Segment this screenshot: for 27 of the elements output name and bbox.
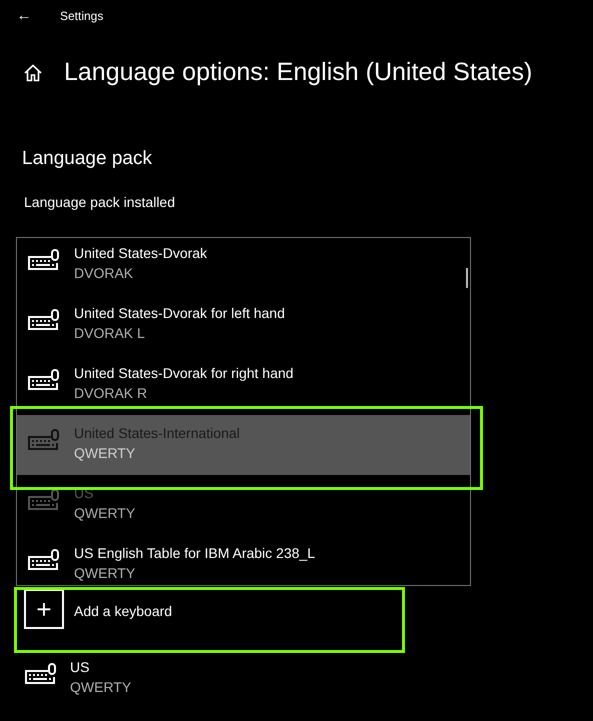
- layout-name: QWERTY: [70, 678, 132, 696]
- section-heading: Language pack: [22, 147, 153, 171]
- keyboard-name: US English Table for IBM Arabic 238_L: [74, 544, 315, 562]
- keyboard-list-item[interactable]: United States-Dvorak for right hand DVORAK R: [17, 354, 470, 414]
- back-button[interactable]: ←: [14, 4, 34, 28]
- keyboard-list-item[interactable]: United States-International QWERTY: [17, 414, 470, 474]
- plus-icon: +: [24, 588, 64, 628]
- keyboard-name: United States-Dvorak for right hand: [74, 364, 294, 382]
- status-text: Language pack installed: [24, 192, 176, 212]
- keyboard-name: United States-Dvorak for left hand: [74, 304, 285, 322]
- keyboard-name: US: [70, 658, 90, 676]
- scrollbar[interactable]: [466, 268, 468, 288]
- layout-name: DVORAK: [74, 264, 134, 282]
- keyboard-name: United States-International: [74, 424, 240, 442]
- layout-name: DVORAK R: [74, 384, 148, 402]
- home-icon[interactable]: [24, 64, 42, 82]
- keyboard-list-item[interactable]: United States-Dvorak DVORAK: [17, 238, 470, 294]
- window-title: Settings: [60, 8, 104, 25]
- add-keyboard-button[interactable]: + Add a keyboard: [24, 588, 172, 630]
- keyboard-list-item[interactable]: US English Table for IBM Arabic 238_L QWERTY: [17, 534, 470, 584]
- keyboard-name: United States-Dvorak: [74, 244, 208, 262]
- layout-name: QWERTY: [74, 504, 136, 522]
- layout-name: QWERTY: [74, 564, 136, 582]
- keyboard-list-item[interactable]: United States-Dvorak for left hand DVORAK L: [17, 294, 470, 354]
- layout-name: QWERTY: [74, 444, 136, 462]
- layout-name: DVORAK L: [74, 324, 146, 342]
- page-title: Language options: English (United States): [64, 57, 532, 88]
